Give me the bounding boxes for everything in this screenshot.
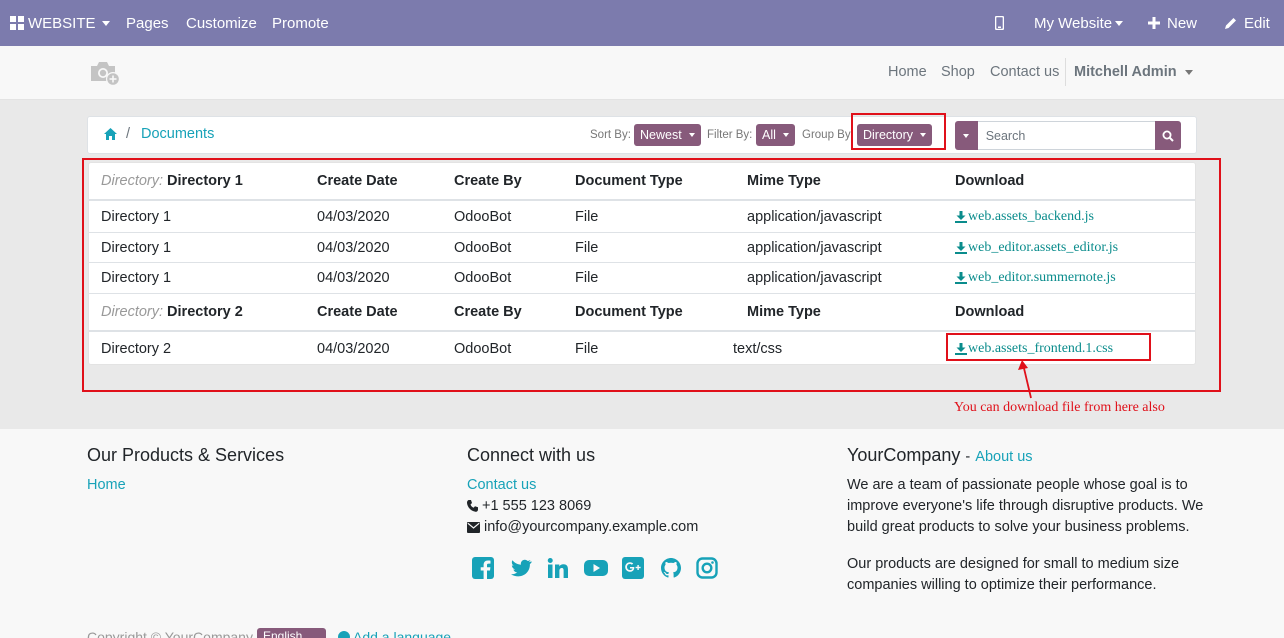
- envelope-icon: [467, 521, 480, 533]
- annotation-arrow: [1018, 360, 1032, 399]
- customize-menu[interactable]: Customize: [186, 0, 257, 46]
- search-options-button[interactable]: [955, 121, 978, 150]
- admin-top-bar: WEBSITE Pages Customize Promote My Websi…: [0, 0, 1284, 46]
- breadcrumb-bar: / Documents Sort By: Newest Filter By: A…: [87, 116, 1197, 154]
- social-linkedin[interactable]: [547, 557, 569, 582]
- footer-contact-link[interactable]: Contact us: [467, 477, 536, 493]
- breadcrumb-documents[interactable]: Documents: [141, 126, 214, 142]
- nav-home[interactable]: Home: [888, 46, 927, 98]
- social-facebook[interactable]: [472, 557, 494, 582]
- youtube-icon: [584, 560, 608, 576]
- chevron-down-icon: [1115, 20, 1124, 26]
- pencil-icon: [1225, 18, 1236, 29]
- new-label: New: [1167, 14, 1198, 32]
- breadcrumb-separator: /: [126, 126, 131, 142]
- connect-title: Connect with us: [467, 445, 596, 465]
- chevron-down-icon: [782, 133, 789, 137]
- site-footer: Our Products & Services Home Connect wit…: [0, 429, 1284, 638]
- user-menu[interactable]: Mitchell Admin: [1074, 46, 1193, 98]
- footer-phone: +1 555 123 8069: [467, 498, 591, 514]
- nav-divider: [1065, 58, 1066, 86]
- breadcrumb-home[interactable]: [104, 127, 117, 143]
- phone-icon: [467, 500, 478, 512]
- home-icon: [104, 128, 117, 140]
- site-logo[interactable]: [89, 59, 121, 90]
- new-button[interactable]: New: [1148, 0, 1197, 46]
- linkedin-icon: [547, 558, 568, 578]
- pages-menu[interactable]: Pages: [126, 0, 169, 46]
- company-dash: -: [965, 449, 971, 465]
- chevron-down-icon: [1184, 69, 1193, 75]
- email-address: info@yourcompany.example.com: [484, 519, 699, 535]
- twitter-icon: [511, 559, 532, 577]
- mobile-icon: [995, 16, 1004, 30]
- search-group: [955, 121, 1181, 150]
- edit-label: Edit: [1244, 14, 1270, 32]
- my-website-menu[interactable]: My Website: [1034, 0, 1124, 46]
- copyright-text: Copyright © YourCompany: [87, 629, 253, 638]
- sort-by-value: Newest: [640, 128, 682, 142]
- products-title: Our Products & Services: [87, 445, 285, 465]
- annotation-text: You can download file from here also: [954, 400, 1165, 415]
- add-language-link[interactable]: Add a language: [338, 629, 451, 638]
- filter-by-value: All: [762, 128, 776, 142]
- github-icon: [661, 558, 681, 578]
- filter-by-label: Filter By:: [707, 129, 753, 141]
- social-youtube[interactable]: [584, 557, 608, 582]
- my-website-label: My Website: [1034, 14, 1113, 32]
- sort-by-label: Sort By:: [590, 129, 631, 141]
- about-paragraph-2: Our products are designed for small to m…: [847, 556, 1180, 593]
- add-language-label: Add a language: [353, 629, 452, 638]
- user-name: Mitchell Admin: [1074, 64, 1177, 80]
- social-google-plus[interactable]: [622, 557, 644, 582]
- promote-menu[interactable]: Promote: [272, 0, 329, 46]
- chevron-down-icon: [101, 20, 110, 26]
- group-by-label: Group By: [802, 129, 851, 141]
- footer-email[interactable]: info@yourcompany.example.com: [467, 519, 698, 535]
- edit-button[interactable]: Edit: [1225, 0, 1270, 46]
- phone-number: +1 555 123 8069: [482, 498, 592, 514]
- footer-home-link[interactable]: Home: [87, 477, 126, 493]
- instagram-icon: [696, 557, 718, 579]
- company-title: YourCompany - About us: [847, 445, 1033, 466]
- chevron-down-icon: [688, 133, 695, 137]
- filter-by-dropdown[interactable]: All: [756, 124, 795, 146]
- search-button[interactable]: [1154, 121, 1181, 150]
- company-name: YourCompany: [847, 445, 961, 465]
- search-icon: [1162, 130, 1174, 142]
- social-twitter[interactable]: [510, 557, 532, 582]
- site-header: Home Shop Contact us Mitchell Admin: [0, 46, 1284, 100]
- facebook-icon: [472, 557, 494, 579]
- website-menu[interactable]: WEBSITE: [10, 0, 110, 46]
- about-us-link[interactable]: About us: [975, 449, 1032, 465]
- about-paragraph-1: We are a team of passionate people whose…: [847, 477, 1204, 535]
- camera-plus-icon: [91, 62, 120, 86]
- social-github[interactable]: [660, 557, 682, 582]
- nav-contact-us[interactable]: Contact us: [990, 46, 1059, 98]
- language-selector[interactable]: English: [257, 628, 326, 638]
- annotation-download-highlight: [946, 333, 1151, 361]
- mobile-preview-button[interactable]: [995, 0, 1004, 46]
- plus-icon: [1148, 17, 1160, 29]
- apps-grid-icon: [10, 16, 24, 30]
- nav-shop[interactable]: Shop: [941, 46, 975, 98]
- social-instagram[interactable]: [696, 557, 718, 582]
- plus-circle-icon: [338, 631, 350, 638]
- chevron-down-icon: [963, 133, 970, 138]
- sort-by-dropdown[interactable]: Newest: [634, 124, 701, 146]
- website-menu-label: WEBSITE: [28, 14, 96, 32]
- search-input[interactable]: [977, 121, 1155, 150]
- annotation-group-by-highlight: [851, 113, 946, 150]
- google-plus-icon: [622, 557, 644, 579]
